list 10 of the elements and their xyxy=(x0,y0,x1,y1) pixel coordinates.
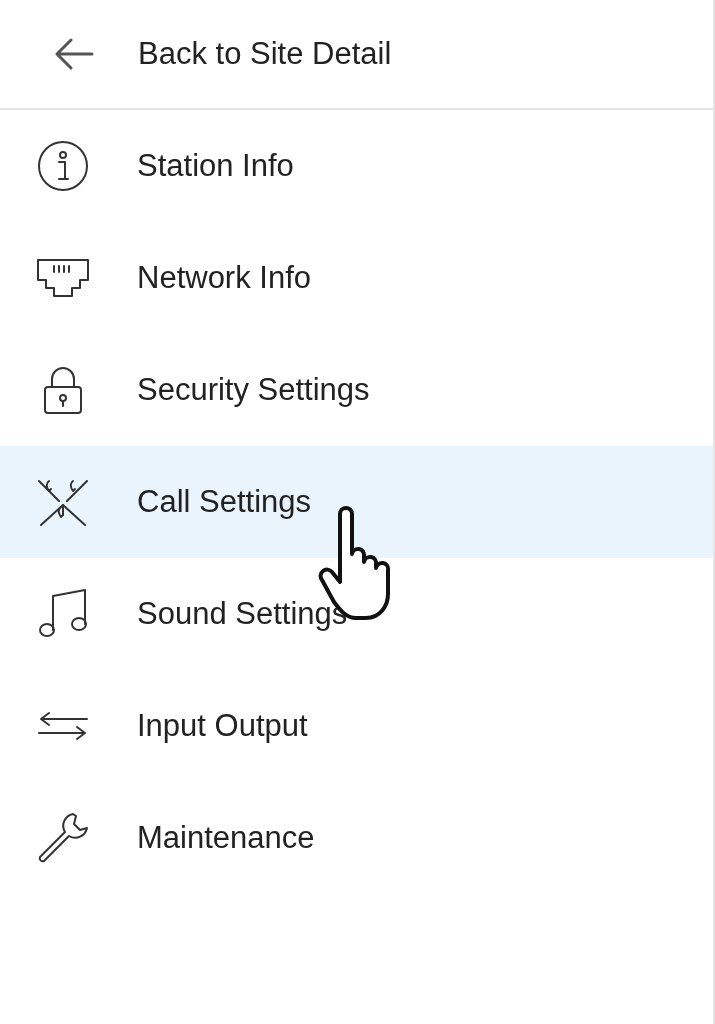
menu-item[interactable]: Call Settings xyxy=(0,446,713,558)
wrench-icon xyxy=(36,812,89,864)
ethernet-port-icon xyxy=(35,258,90,298)
back-button[interactable]: Back to Site Detail xyxy=(0,0,713,108)
lock-icon xyxy=(41,365,84,415)
music-note-icon xyxy=(36,588,89,640)
phones-icon xyxy=(36,477,89,527)
back-arrow-icon xyxy=(54,38,94,70)
swap-arrows-icon xyxy=(36,711,89,741)
info-icon xyxy=(36,140,89,192)
